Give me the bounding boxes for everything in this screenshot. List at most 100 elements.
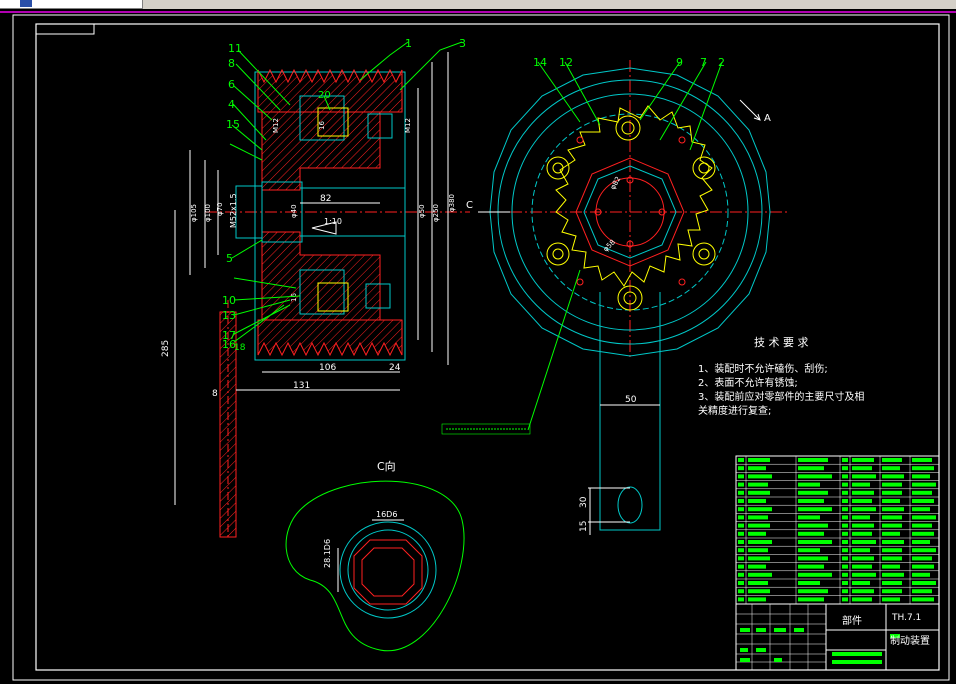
bom-cell (882, 589, 902, 594)
bom-cell (748, 597, 766, 602)
callout-6: 6 (228, 78, 235, 91)
bom-cell (842, 523, 848, 528)
bom-cell (912, 474, 930, 479)
bom-cell (852, 597, 872, 602)
bom-cell (842, 458, 848, 462)
bom-cell (852, 564, 872, 569)
dim-131: 131 (293, 381, 310, 391)
tech-item-3: 3、装配前应对零部件的主要尺寸及相 (698, 390, 864, 403)
bom-cell (882, 540, 904, 544)
bom-cell (852, 523, 874, 528)
bom-cell (882, 474, 904, 479)
callout-2: 2 (718, 56, 725, 69)
bom-cell (912, 540, 930, 544)
bom-cell (798, 572, 832, 577)
bom-cell (852, 499, 872, 503)
section-marker-c: C (466, 200, 473, 211)
bom-cell (798, 531, 824, 536)
callout-18: 18 (234, 343, 246, 353)
dim-dia250: φ250 (432, 204, 440, 222)
bom-cell (852, 474, 876, 479)
bom-cell (738, 540, 744, 544)
bom-cell (738, 523, 744, 528)
bom-cell (748, 507, 772, 512)
bom-cell (738, 572, 744, 577)
bom-cell (882, 564, 900, 569)
bom-cell (842, 507, 848, 512)
bom-cell (912, 531, 934, 536)
detail-view-c: C向 16D6 28.1D6 (285, 459, 465, 652)
bom-cell (748, 581, 768, 585)
bom-cell (852, 540, 876, 544)
callout-4: 4 (228, 98, 235, 111)
hub-lower (261, 231, 381, 321)
bom-cell (748, 515, 768, 520)
bom-cell (852, 556, 874, 561)
bom-cell (882, 581, 902, 585)
bom-cell (852, 507, 876, 512)
bom-cell (842, 540, 848, 544)
bom-cell (748, 540, 772, 544)
bom-cell (882, 490, 902, 495)
dim-dia100: φ100 (204, 204, 212, 222)
bom-cell (748, 548, 768, 553)
bom-cell (798, 589, 828, 594)
bom-cell (842, 531, 848, 536)
bom-cell (912, 482, 936, 487)
bom-cell (798, 507, 832, 512)
bom-cell (842, 564, 848, 569)
bom-cell (882, 507, 904, 512)
bom-cell (842, 482, 848, 487)
tb-drawing-no: TH.7.1 (891, 613, 921, 623)
bom-cell (882, 523, 902, 528)
dim-24: 24 (389, 363, 401, 373)
dim-dia58: φ58 (602, 238, 617, 253)
callout-10: 10 (222, 294, 236, 307)
bom-cell (882, 556, 902, 561)
detail-octagon (353, 539, 423, 605)
view-arrow-a: A (764, 113, 771, 124)
bom-cell (852, 581, 870, 585)
bom-cell (882, 458, 902, 462)
callout-20: 20 (318, 90, 331, 101)
rim-teeth-lower (257, 319, 403, 357)
bom-cell (798, 499, 824, 503)
bom-cell (852, 490, 874, 495)
bom-cell (842, 597, 848, 602)
bom-cell (738, 589, 744, 594)
dim-k16: 16 (318, 121, 326, 130)
bom-cell (738, 597, 744, 602)
document-icon (20, 0, 32, 7)
dim-m12a: M12 (272, 118, 280, 133)
bom-cell (882, 572, 904, 577)
bom-cell (912, 548, 936, 553)
detail-title: C向 (377, 459, 396, 473)
bom-cell (912, 507, 930, 512)
bom-cell (738, 482, 744, 487)
bom-cell (738, 466, 744, 471)
bom-cell (842, 490, 848, 495)
callout-1: 1 (405, 37, 412, 50)
bom-cell (738, 474, 744, 479)
parts-list (735, 455, 940, 605)
tech-item-1: 1、装配时不允许磕伤、刮伤; (698, 362, 828, 375)
callout-9: 9 (676, 56, 683, 69)
callout-7: 7 (700, 56, 707, 69)
bom-cell (748, 564, 766, 569)
dim-thread: M52x1.5 (229, 193, 238, 228)
lever-eye (617, 486, 643, 524)
bom-cell (748, 572, 772, 577)
bom-cell (912, 556, 932, 561)
bom-cell (852, 458, 874, 462)
bom-cell (798, 515, 820, 520)
bom-cell (852, 482, 870, 487)
bom-cell (912, 572, 930, 577)
bom-cell (882, 482, 902, 487)
dim-dia70: φ70 (216, 202, 224, 216)
dim-50: 50 (625, 395, 637, 405)
dim-15: 15 (579, 521, 589, 532)
bom-cell (738, 499, 744, 503)
dim-82: 82 (320, 194, 331, 204)
bom-cell (798, 556, 828, 561)
section-view: 285 131 106 24 8 82 1:10 M52x1.5 φ105 φ1… (161, 37, 470, 540)
